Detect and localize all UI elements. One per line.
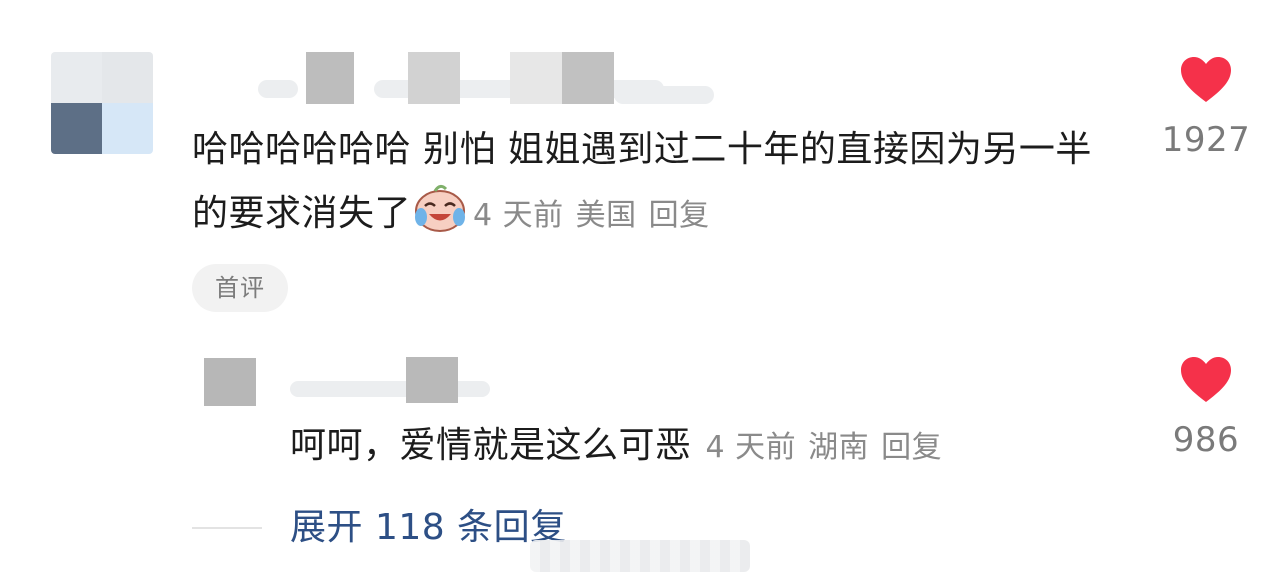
- expand-replies-link[interactable]: 展开 118 条回复: [290, 502, 567, 554]
- reply-username-redacted[interactable]: [290, 357, 500, 403]
- reply-body: 呵呵，爱情就是这么可恶 4 天前 湖南 回复: [290, 418, 1110, 476]
- comment-meta: 4 天前 美国 回复: [473, 198, 710, 233]
- reply-button[interactable]: 回复: [649, 198, 710, 233]
- reply-reply-button[interactable]: 回复: [881, 430, 942, 465]
- divider: [192, 527, 262, 529]
- like-count: 986: [1172, 420, 1240, 460]
- comment-time: 4 天前: [473, 198, 564, 233]
- reply-location: 湖南: [808, 430, 870, 465]
- like-count: 1927: [1161, 120, 1251, 160]
- comment-body: 哈哈哈哈哈哈 别怕 姐姐遇到过二十年的直接因为另一半的要求消失了 4 天前 美国回…: [192, 118, 1112, 248]
- reply-time: 4 天前: [705, 430, 797, 465]
- avatar[interactable]: [51, 52, 153, 154]
- first-comment-badge: 首评: [192, 264, 288, 312]
- heart-icon[interactable]: [1151, 356, 1261, 408]
- comment-location: 美国: [575, 198, 637, 233]
- reply-like-block: 986: [1151, 356, 1261, 460]
- crying-laughing-face-icon: [413, 183, 467, 233]
- heart-icon[interactable]: [1151, 56, 1261, 108]
- like-block: 1927: [1151, 56, 1261, 160]
- reply-meta: 4 天前 湖南 回复: [706, 430, 943, 465]
- reply-avatar[interactable]: [204, 358, 260, 418]
- username-redacted[interactable]: [258, 52, 718, 104]
- reply-text: 呵呵，爱情就是这么可恶: [290, 425, 692, 466]
- watermark-redacted: [530, 540, 750, 572]
